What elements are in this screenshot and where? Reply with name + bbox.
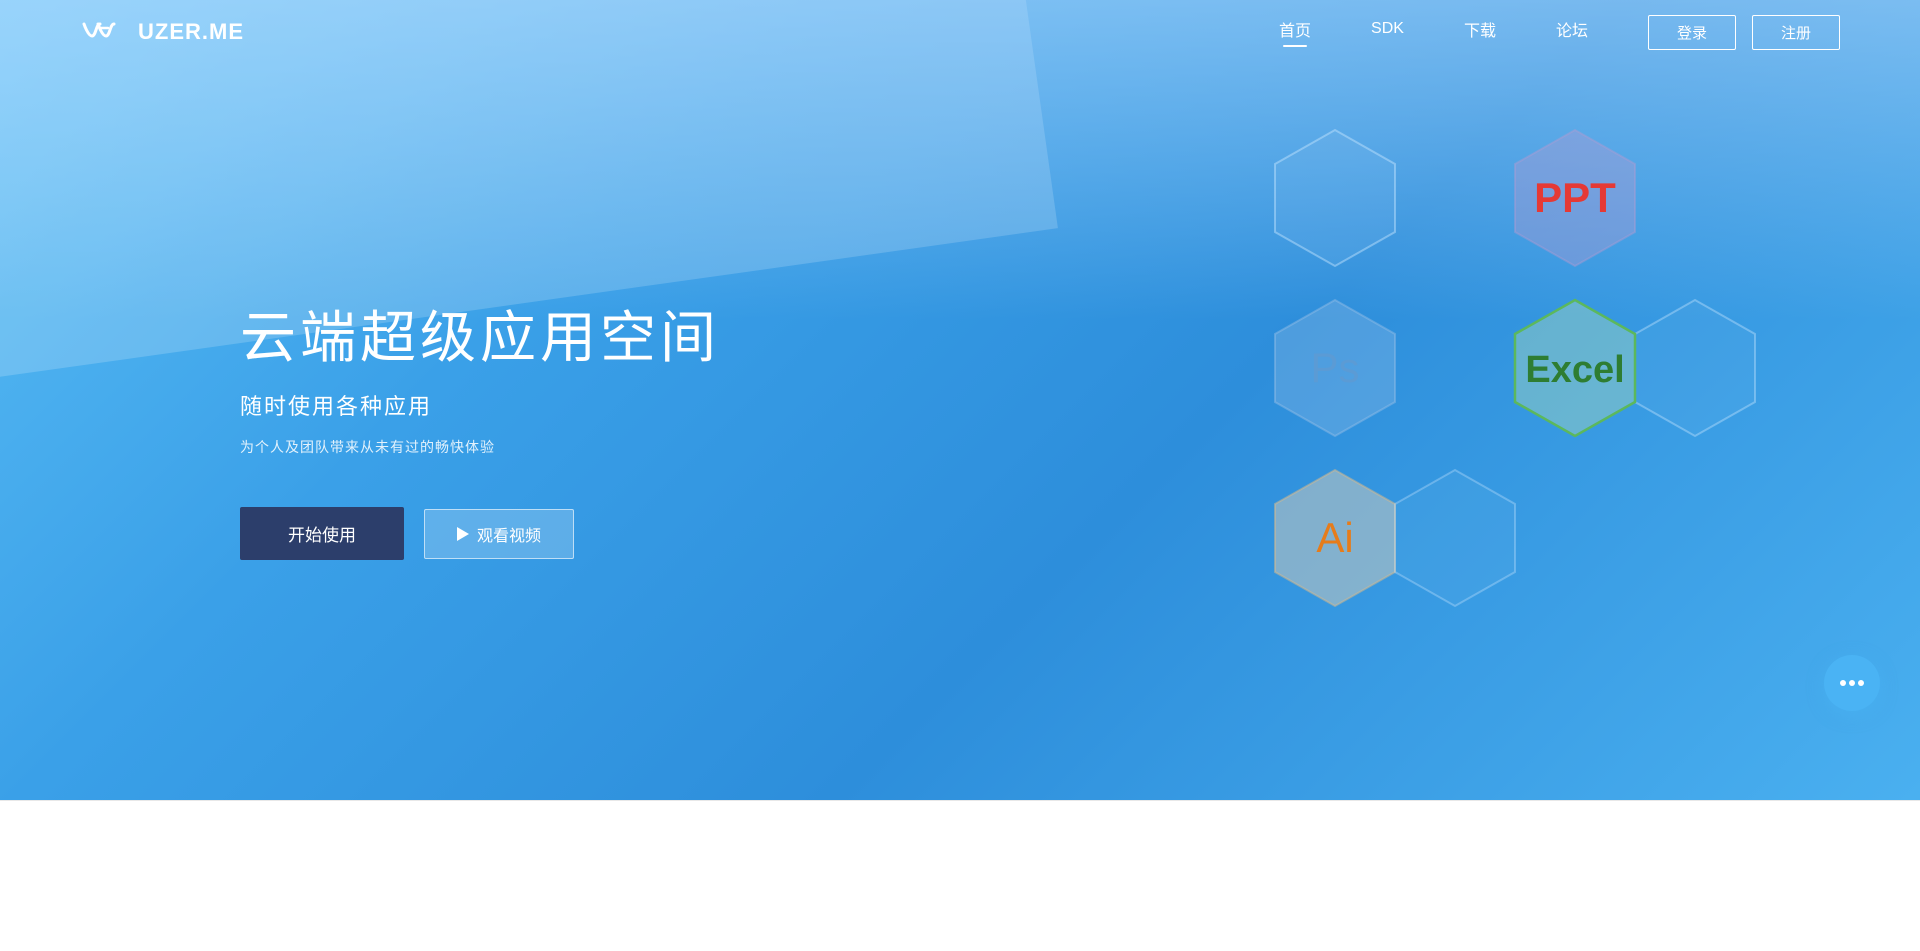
chat-dot-2 [1849, 680, 1855, 686]
bottom-bar [0, 800, 1920, 951]
nav-home[interactable]: 首页 [1279, 17, 1311, 47]
start-button[interactable]: 开始使用 [240, 507, 404, 560]
svg-text:Ai: Ai [1316, 514, 1353, 561]
login-button[interactable]: 登录 [1648, 15, 1736, 50]
video-button[interactable]: 观看视频 [424, 509, 574, 559]
hero-section: UZER.ME 首页 SDK 下载 论坛 登录 注册 云端超级应用空间 随时使用… [0, 0, 1920, 800]
hex-grid: PPT Ps Excel Ai [1160, 64, 1840, 784]
hero-buttons: 开始使用 观看视频 [240, 507, 720, 560]
nav-download[interactable]: 下载 [1464, 17, 1496, 47]
nav-links: 首页 SDK 下载 论坛 [1279, 17, 1588, 47]
hero-subtitle: 随时使用各种应用 [240, 389, 720, 421]
svg-text:Excel: Excel [1525, 349, 1624, 391]
navbar: UZER.ME 首页 SDK 下载 论坛 登录 注册 [0, 0, 1920, 64]
nav-sdk[interactable]: SDK [1371, 20, 1404, 44]
hero-title: 云端超级应用空间 [240, 304, 720, 371]
hero-text-block: 云端超级应用空间 随时使用各种应用 为个人及团队带来从未有过的畅快体验 开始使用… [240, 304, 720, 560]
nav-forum[interactable]: 论坛 [1556, 17, 1588, 47]
chat-dot-1 [1840, 680, 1846, 686]
logo[interactable]: UZER.ME [80, 18, 244, 46]
chat-bubble[interactable] [1824, 655, 1880, 711]
chat-dots [1840, 680, 1864, 686]
hex-svg: PPT Ps Excel Ai [1160, 64, 1840, 784]
video-button-label: 观看视频 [477, 522, 541, 546]
nav-actions: 登录 注册 [1648, 15, 1840, 50]
register-button[interactable]: 注册 [1752, 15, 1840, 50]
svg-text:PPT: PPT [1534, 174, 1616, 221]
logo-text: UZER.ME [138, 19, 244, 45]
chat-dot-3 [1858, 680, 1864, 686]
hero-desc: 为个人及团队带来从未有过的畅快体验 [240, 437, 720, 457]
logo-icon [80, 18, 128, 46]
svg-text:Ps: Ps [1310, 344, 1359, 391]
play-icon [457, 527, 469, 541]
